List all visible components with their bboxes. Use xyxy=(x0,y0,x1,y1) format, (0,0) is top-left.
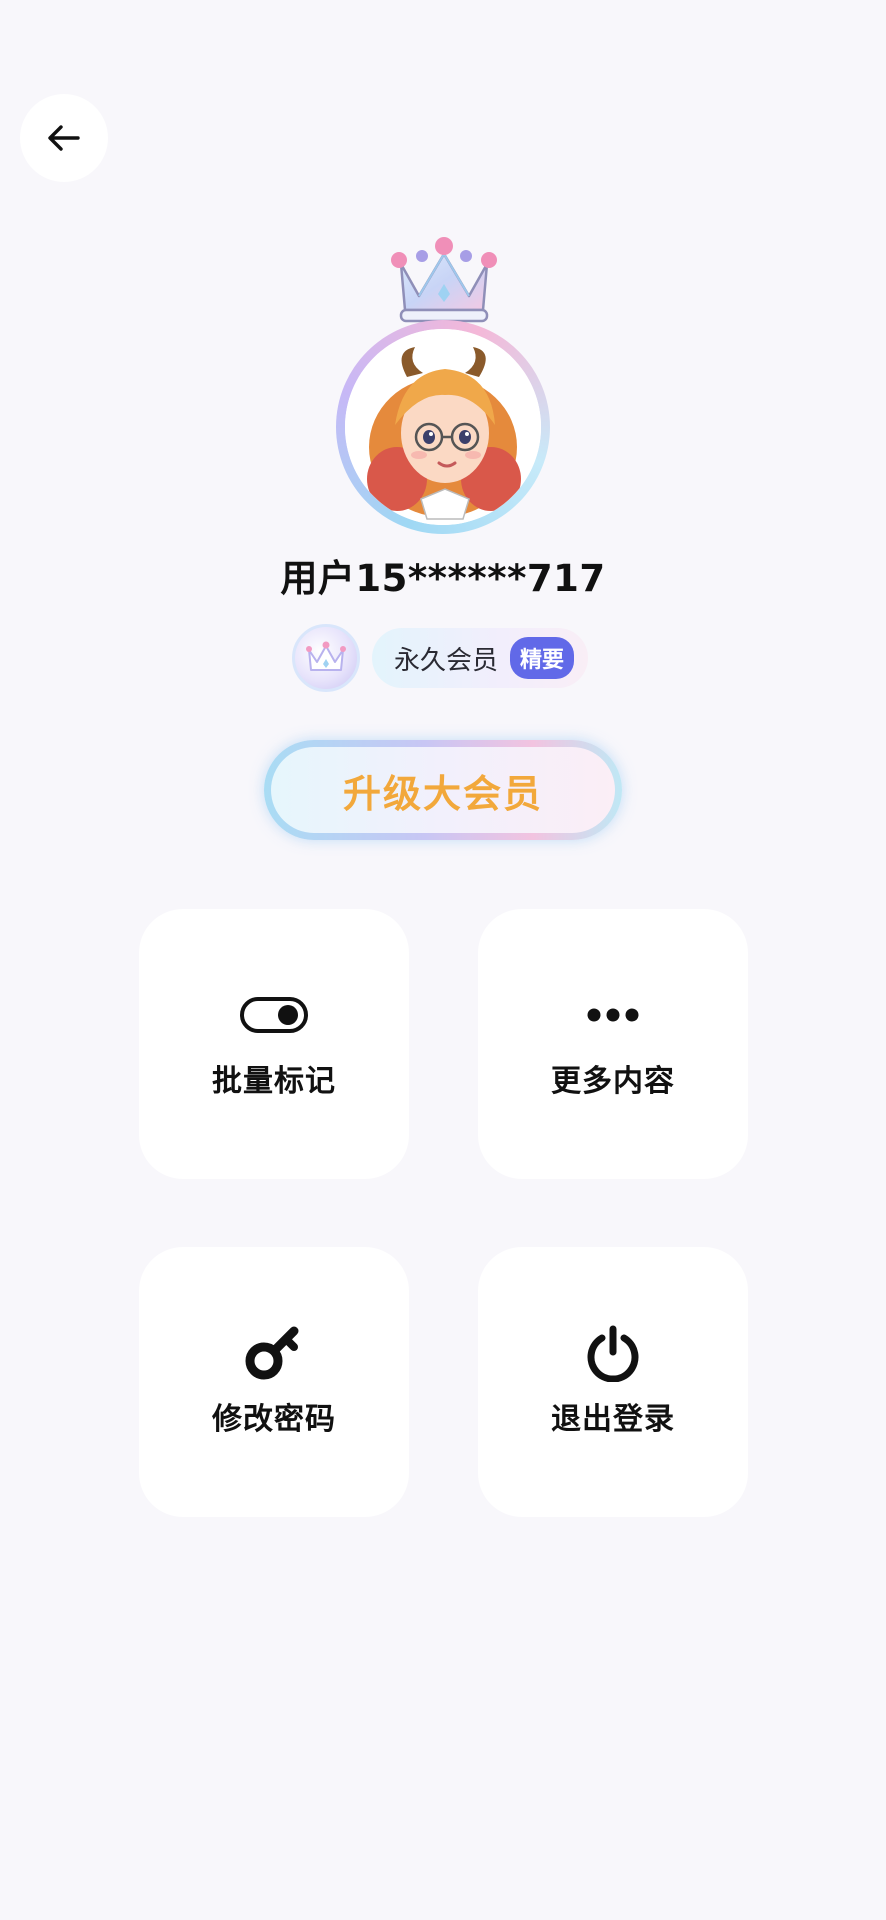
logout-button[interactable]: 退出登录 xyxy=(478,1247,748,1517)
power-icon xyxy=(587,1325,639,1382)
arrow-left-icon xyxy=(48,125,80,151)
avatar-image xyxy=(345,329,541,525)
avatar[interactable] xyxy=(336,320,550,534)
membership-badge[interactable]: 永久会员 精要 xyxy=(372,628,588,688)
more-dots-icon xyxy=(587,1008,639,1022)
membership-tag: 精要 xyxy=(510,637,575,679)
profile-header xyxy=(0,232,886,534)
key-icon xyxy=(245,1326,299,1380)
toggle-icon xyxy=(240,997,308,1033)
crown-icon xyxy=(391,237,497,323)
more-content-button[interactable]: 更多内容 xyxy=(478,909,748,1179)
membership-row: 永久会员 精要 xyxy=(292,624,612,692)
username: 用户15******717 xyxy=(280,557,606,600)
membership-label: 永久会员 xyxy=(394,645,499,676)
upgrade-button-label: 升级大会员 xyxy=(271,747,615,833)
logout-label: 退出登录 xyxy=(551,1402,675,1437)
back-button[interactable] xyxy=(20,94,108,182)
batch-mark-label: 批量标记 xyxy=(212,1064,336,1099)
batch-mark-button[interactable]: 批量标记 xyxy=(139,909,409,1179)
more-content-label: 更多内容 xyxy=(551,1064,675,1099)
upgrade-button[interactable]: 升级大会员 xyxy=(264,740,622,840)
crown-badge-icon xyxy=(292,624,360,692)
change-password-button[interactable]: 修改密码 xyxy=(139,1247,409,1517)
change-password-label: 修改密码 xyxy=(212,1402,336,1437)
